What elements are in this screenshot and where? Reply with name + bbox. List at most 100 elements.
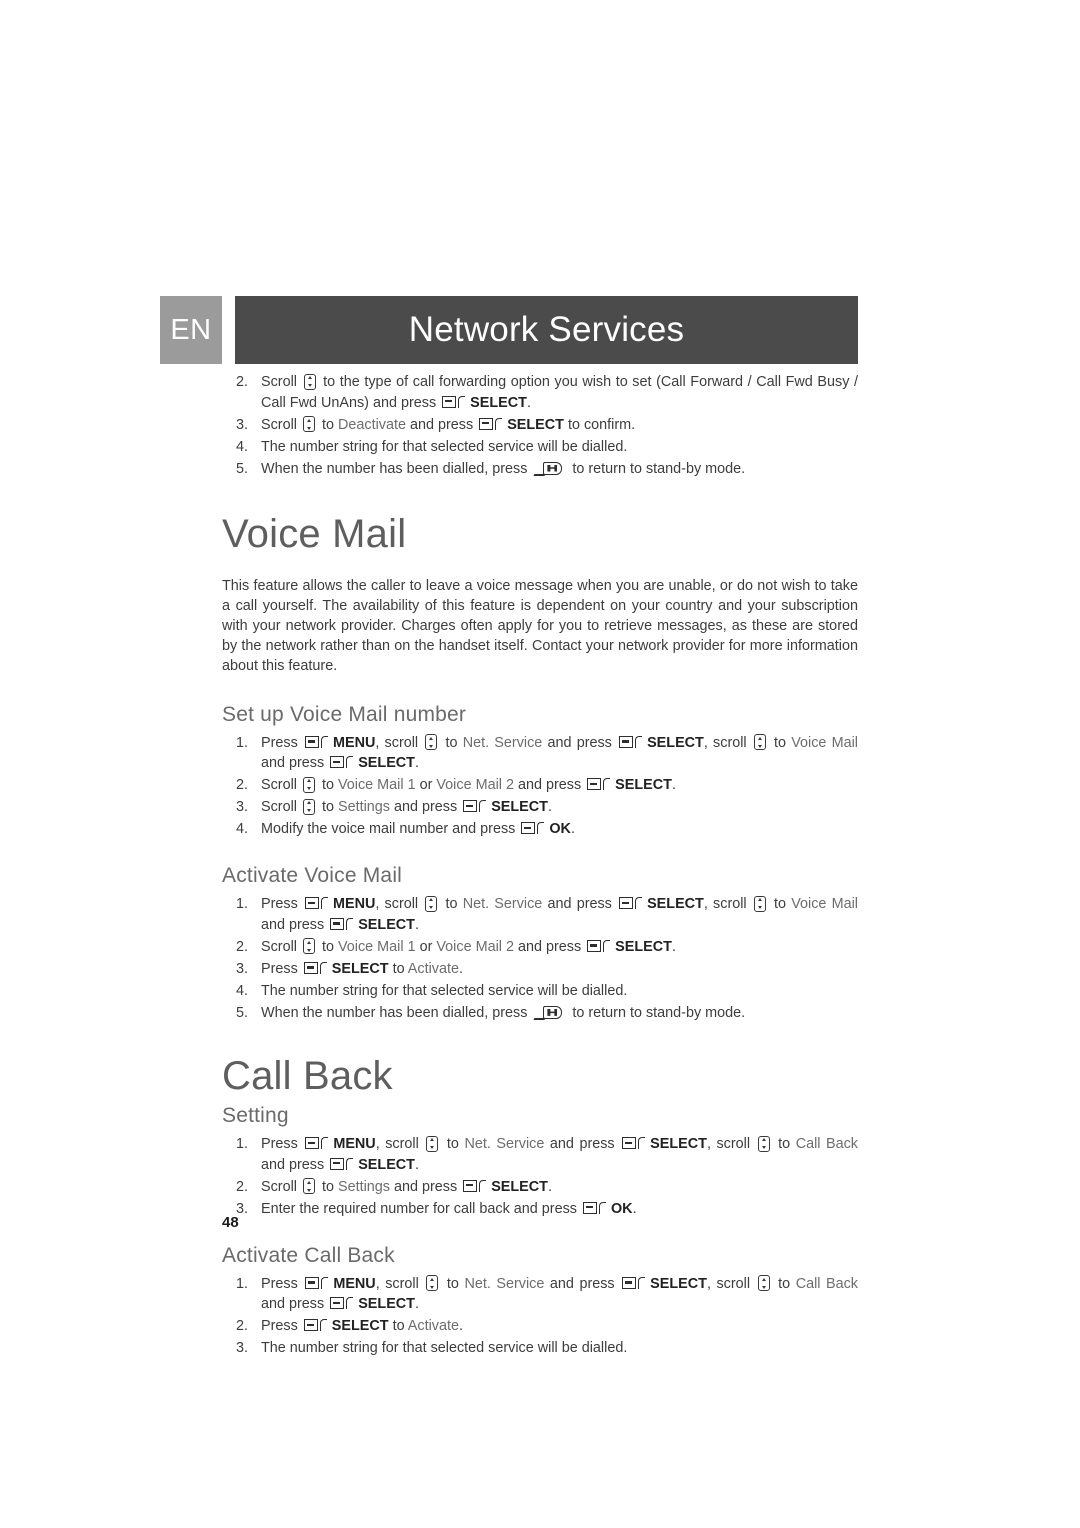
step-number: 2.: [235, 1318, 248, 1335]
step-text: Enter the required number for call back …: [261, 1200, 637, 1217]
step-text: Modify the voice mail number and press O…: [261, 821, 575, 838]
step-number: 1.: [235, 1136, 248, 1153]
step-item: 1. Press MENU, scroll to Net. Service and…: [222, 733, 858, 774]
key-label: SELECT: [358, 1156, 415, 1173]
step-text: Scroll to Settings and press SELECT.: [261, 798, 552, 816]
key-label: SELECT: [647, 734, 704, 751]
step-item: 3. The number string for that selected se…: [222, 1338, 858, 1359]
page-content: 2. Scroll to the type of call forwarding …: [222, 372, 858, 1360]
key-label: MENU: [333, 1136, 376, 1153]
menu-item-name: Net. Service: [462, 896, 543, 913]
soft-key-icon: [305, 1136, 330, 1151]
section-banner-title: Network Services: [408, 310, 685, 349]
menu-item-name: Voice Mail 1: [337, 777, 416, 794]
step-item: 3. Press SELECT to Activate.: [222, 959, 858, 980]
soft-key-icon: [305, 1276, 330, 1291]
key-label: SELECT: [358, 1296, 415, 1313]
step-item: 1. Press MENU, scroll to Net. Service and…: [222, 1274, 858, 1315]
step-number: 2.: [235, 938, 248, 955]
step-item: 2. Scroll to Settings and press SELECT.: [222, 1177, 858, 1198]
menu-item-name: Voice Mail 1: [337, 938, 416, 955]
step-text: Scroll to Voice Mail 1 or Voice Mail 2 a…: [261, 938, 676, 955]
soft-key-icon: [622, 1136, 647, 1151]
section-banner: Network Services: [235, 296, 858, 364]
key-label: MENU: [332, 896, 376, 913]
soft-key-icon: [330, 1157, 355, 1172]
step-number: 3.: [235, 416, 248, 433]
scroll-key-icon: [425, 895, 438, 912]
intro-steps-list: 2. Scroll to the type of call forwarding …: [222, 372, 858, 479]
key-label: SELECT: [358, 755, 415, 772]
step-item: 1. Press MENU, scroll to Net. Service and…: [222, 894, 858, 935]
soft-key-icon: [582, 1201, 608, 1216]
key-label: SELECT: [358, 916, 415, 933]
page-title-call-back: Call Back: [222, 1053, 393, 1098]
call-back-setting-steps: 1. Press MENU, scroll to Net. Service and…: [222, 1134, 858, 1219]
scroll-key-icon: [303, 373, 316, 390]
scroll-key-icon: [753, 895, 766, 912]
step-text: When the number has been dialled, press …: [261, 460, 746, 477]
step-number: 1.: [235, 1275, 248, 1292]
step-text: The number string for that selected serv…: [261, 438, 628, 455]
step-number: 2.: [235, 374, 248, 390]
heading-call-back-setting: Setting: [222, 1103, 289, 1127]
end-call-key-icon: [533, 461, 564, 477]
key-label: OK: [610, 1200, 633, 1217]
key-label: MENU: [332, 734, 376, 751]
soft-key-icon: [303, 1318, 329, 1333]
step-number: 4.: [235, 438, 248, 455]
step-item: 2. Press SELECT to Activate.: [222, 1316, 858, 1337]
heading-activate-call-back: Activate Call Back: [222, 1243, 395, 1267]
step-text: The number string for that selected serv…: [261, 982, 628, 999]
menu-item-name: Voice Mail 2: [436, 777, 514, 794]
step-number: 5.: [235, 460, 248, 477]
key-label: SELECT: [331, 1318, 389, 1335]
page-header: EN Network Services: [160, 296, 858, 364]
scroll-key-icon: [302, 776, 315, 793]
step-text: When the number has been dialled, press …: [261, 1004, 746, 1021]
scroll-key-icon: [757, 1275, 770, 1292]
step-item: 1. Press MENU, scroll to Net. Service and…: [222, 1134, 858, 1175]
soft-key-icon: [303, 961, 329, 976]
menu-item-name: Settings: [337, 799, 390, 816]
soft-key-icon: [304, 896, 330, 911]
step-item: 2. Scroll to Voice Mail 1 or Voice Mail 2…: [222, 937, 858, 958]
step-number: 2.: [235, 1178, 248, 1195]
step-text: Press SELECT to Activate.: [261, 1318, 463, 1335]
heading-setup-voice-mail-number: Set up Voice Mail number: [222, 702, 467, 726]
step-number: 4.: [235, 982, 248, 999]
voice-mail-description: This feature allows the caller to leave …: [222, 577, 858, 674]
soft-key-icon: [330, 917, 355, 932]
step-item: 4. The number string for that selected se…: [222, 981, 858, 1002]
menu-item-name: Voice Mail 2: [436, 938, 514, 955]
step-text: Scroll to the type of call forwarding op…: [261, 373, 858, 411]
step-text: Scroll to Voice Mail 1 or Voice Mail 2 a…: [261, 776, 676, 794]
step-item: 4. The number string for that selected se…: [222, 437, 858, 458]
step-number: 3.: [235, 799, 248, 816]
key-label: OK: [549, 821, 571, 838]
step-item: 2. Scroll to the type of call forwarding …: [222, 372, 858, 413]
soft-key-icon: [619, 735, 644, 750]
step-text: Press MENU, scroll to Net. Service and p…: [261, 734, 858, 772]
header-spacer: [222, 296, 235, 364]
menu-item-name: Call Back: [795, 1136, 859, 1153]
soft-key-icon: [622, 1276, 647, 1291]
step-item: 2. Scroll to Voice Mail 1 or Voice Mail 2…: [222, 775, 858, 796]
menu-item-name: Deactivate: [337, 416, 406, 433]
step-item: 5. When the number has been dialled, pres…: [222, 1003, 858, 1024]
end-call-key-icon: [533, 1005, 564, 1021]
scroll-key-icon: [426, 1275, 439, 1292]
menu-item-name: Net. Service: [464, 1136, 545, 1153]
scroll-key-icon: [302, 1178, 315, 1195]
step-item: 3. Enter the required number for call bac…: [222, 1199, 858, 1220]
language-badge: EN: [160, 296, 222, 364]
scroll-key-icon: [302, 798, 315, 815]
step-item: 5. When the number has been dialled, pres…: [222, 459, 858, 480]
key-label: SELECT: [650, 1275, 707, 1292]
soft-key-icon: [619, 896, 644, 911]
menu-item-name: Voice Mail: [791, 896, 858, 913]
soft-key-icon: [463, 1179, 488, 1194]
step-text: The number string for that selected serv…: [261, 1340, 628, 1357]
key-label: SELECT: [650, 1136, 707, 1153]
step-number: 3.: [235, 960, 248, 977]
